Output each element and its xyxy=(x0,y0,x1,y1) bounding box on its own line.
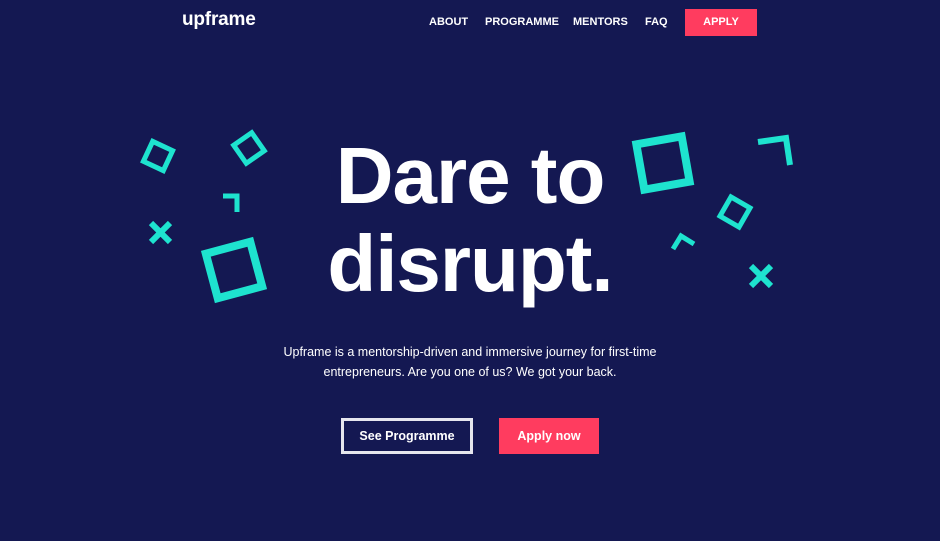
hero-title-line-2: disrupt. xyxy=(327,219,613,308)
apply-now-button[interactable]: Apply now xyxy=(499,418,599,454)
hero-title: Dare to disrupt. xyxy=(0,132,940,308)
nav-link-about[interactable]: ABOUT xyxy=(429,9,468,36)
hero-subtitle: Upframe is a mentorship-driven and immer… xyxy=(283,345,657,379)
nav-link-programme[interactable]: PROGRAMME xyxy=(485,9,559,36)
nav-apply-button[interactable]: APPLY xyxy=(685,9,757,36)
landing-page: upframe ABOUT PROGRAMME MENTORS FAQ APPL… xyxy=(0,0,940,541)
nav-link-faq[interactable]: FAQ xyxy=(645,9,668,36)
logo[interactable]: upframe xyxy=(182,9,256,31)
see-programme-button[interactable]: See Programme xyxy=(341,418,473,454)
hero-title-line-1: Dare to xyxy=(335,131,606,220)
nav-link-mentors[interactable]: MENTORS xyxy=(573,9,628,36)
